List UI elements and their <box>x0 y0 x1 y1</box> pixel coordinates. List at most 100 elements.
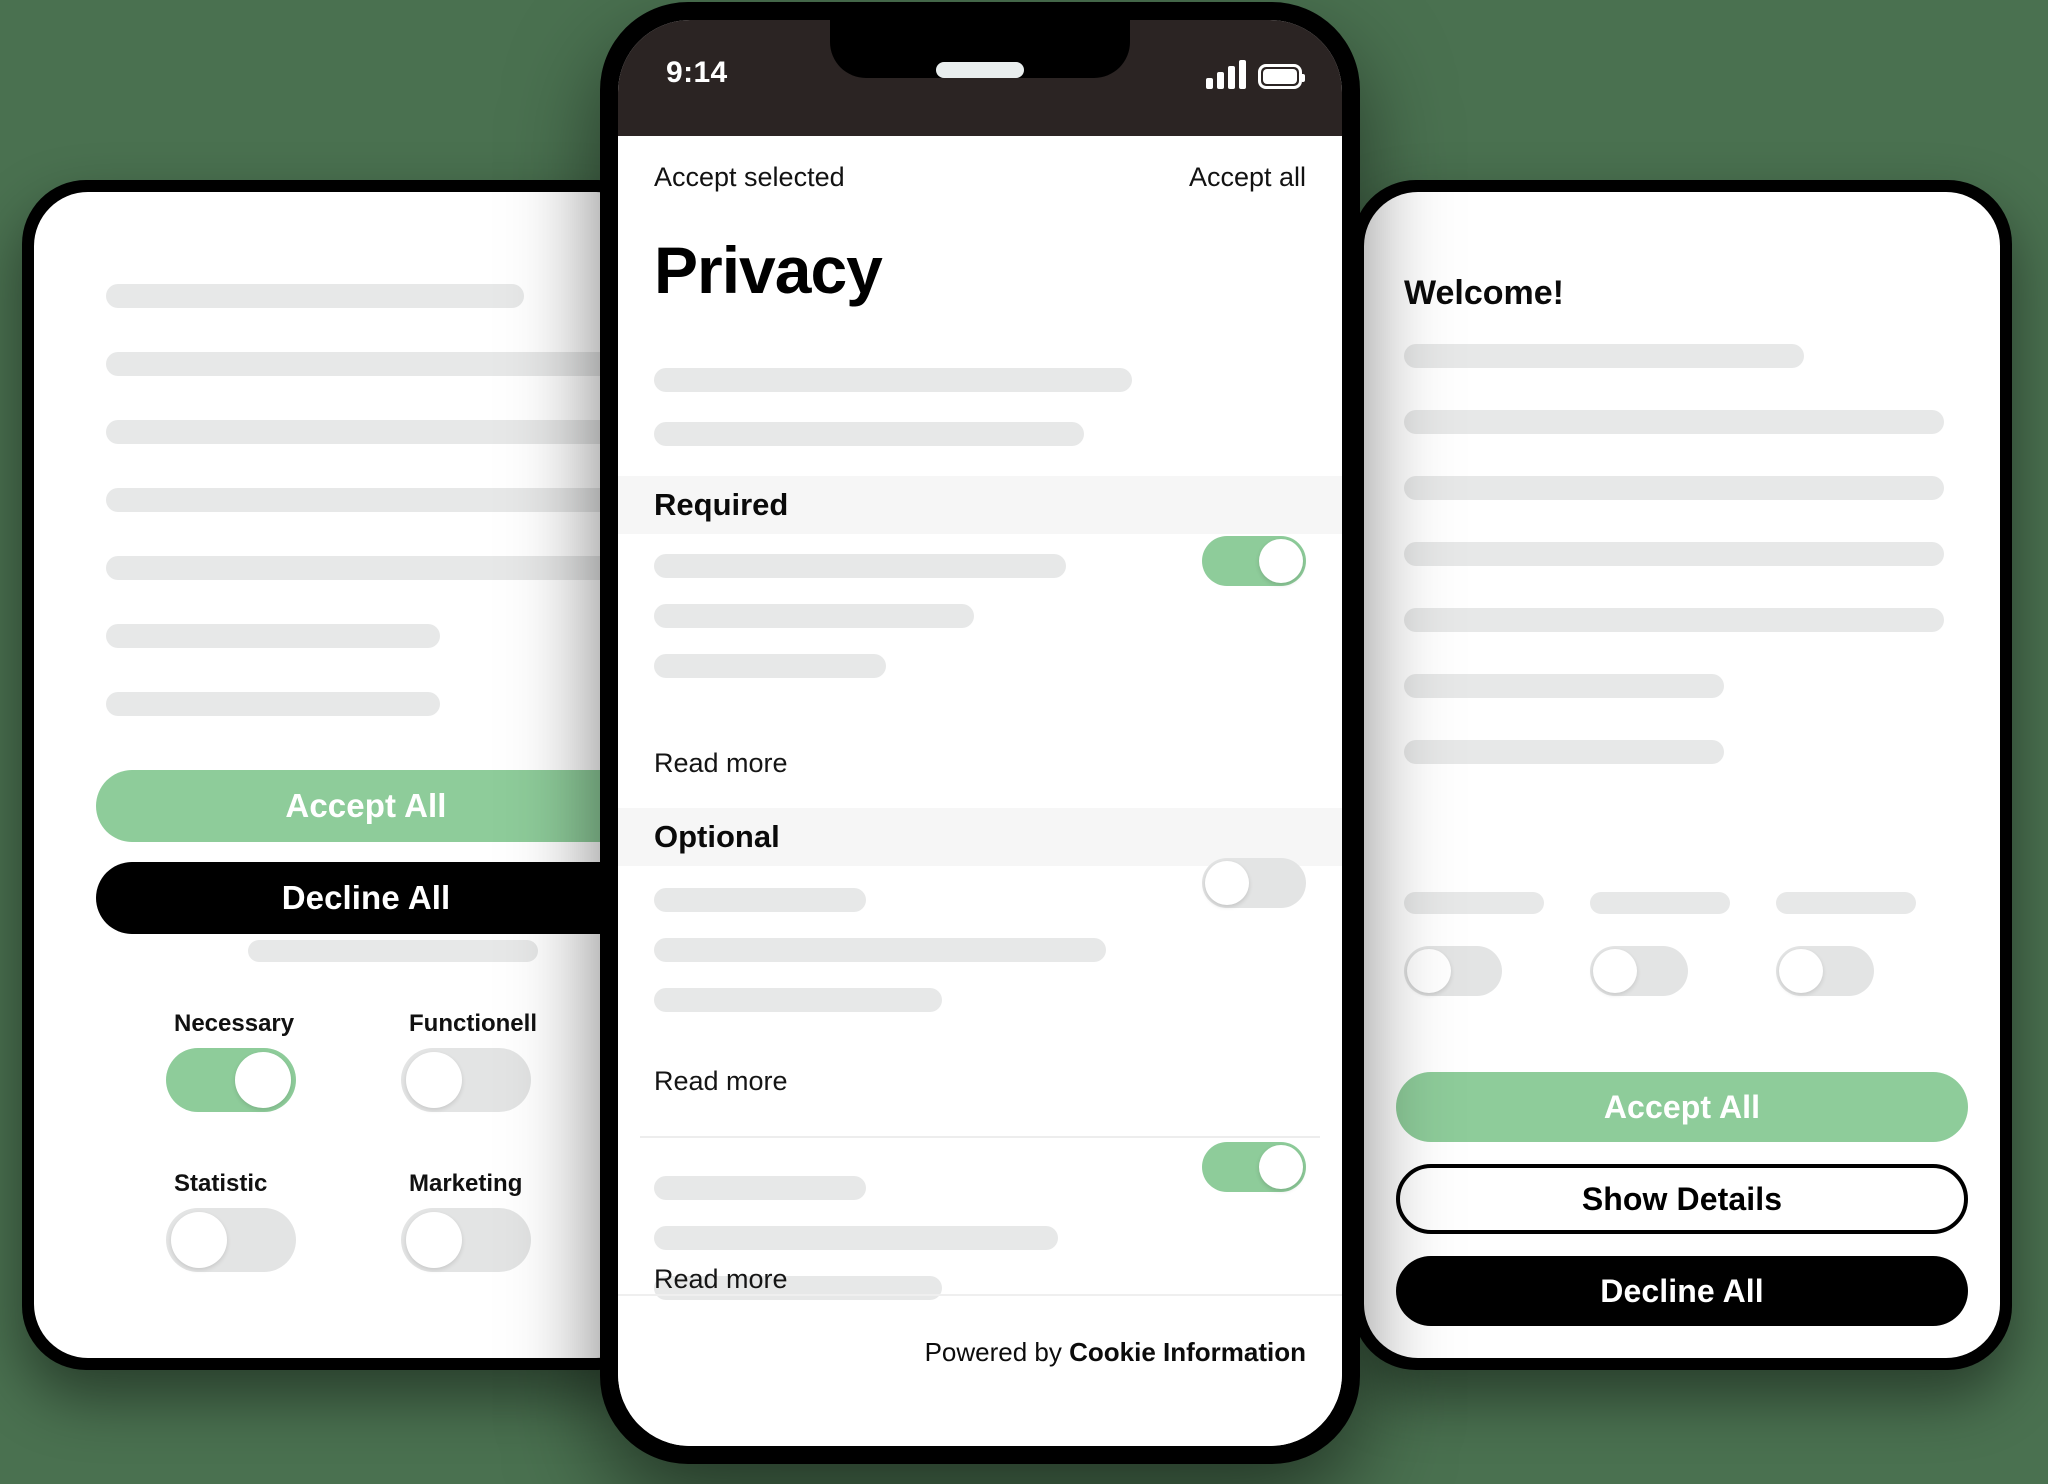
left-button-stack: Accept All Decline All <box>96 770 650 954</box>
skeleton-line <box>1404 542 1944 566</box>
category-label: Functionell <box>409 1010 537 1037</box>
toggle-necessary[interactable] <box>166 1048 296 1112</box>
skeleton-line <box>654 1226 1058 1250</box>
skeleton-line <box>654 368 1132 392</box>
toggle-functionell[interactable] <box>401 1048 531 1112</box>
skeleton-line <box>248 940 538 962</box>
toggle-category-2[interactable] <box>1590 946 1688 996</box>
toggle-third-category[interactable] <box>1202 1142 1306 1192</box>
skeleton-line <box>1404 476 1944 500</box>
skeleton-line <box>106 488 650 512</box>
left-phone-screen: Accept All Decline All Necessary Functio… <box>34 192 650 1358</box>
intro-skeleton <box>654 368 1214 476</box>
brand-name: Cookie Information <box>1069 1337 1306 1367</box>
toggle-marketing[interactable] <box>401 1208 531 1272</box>
section-divider <box>640 1136 1320 1138</box>
toggle-optional[interactable] <box>1202 858 1306 908</box>
toggle-category-3[interactable] <box>1776 946 1874 996</box>
skeleton-line <box>1404 344 1804 368</box>
right-skeleton-text <box>1404 344 1944 806</box>
left-skeleton-text <box>34 192 650 760</box>
skeleton-line <box>106 692 650 716</box>
accept-all-link[interactable]: Accept all <box>1189 162 1306 193</box>
welcome-heading: Welcome! <box>1404 274 1564 312</box>
toggle-knob <box>1259 1145 1303 1189</box>
skeleton-line <box>654 988 942 1012</box>
toggle-knob <box>1593 949 1637 993</box>
consent-category-necessary: Necessary <box>166 1010 401 1112</box>
right-phone-screen: Welcome! Accept All Show Details Decline… <box>1364 192 2000 1358</box>
section-body-third <box>654 1142 1306 1326</box>
sheet-top-actions: Accept selected Accept all <box>618 146 1342 208</box>
skeleton-line <box>106 352 650 376</box>
category-label: Marketing <box>409 1170 523 1197</box>
toggle-knob <box>1779 949 1823 993</box>
toggle-cell-2 <box>1590 892 1776 996</box>
decline-all-button[interactable]: Decline All <box>1396 1256 1968 1326</box>
right-button-stack: Accept All Show Details Decline All <box>1396 1072 1968 1348</box>
powered-by-footer: Powered by Cookie Information <box>618 1337 1342 1368</box>
skeleton-line <box>1404 410 1944 434</box>
center-phone-screen: 9:14 Accept selected Accept all Privacy <box>618 20 1342 1446</box>
skeleton-line <box>654 888 866 912</box>
status-bar-icons <box>1206 60 1305 89</box>
skeleton-line <box>654 554 1066 578</box>
consent-category-statistic: Statistic <box>166 1170 401 1272</box>
signal-bars-icon <box>1206 60 1246 89</box>
section-heading-required: Required <box>618 476 1342 534</box>
accept-all-button[interactable]: Accept All <box>1396 1072 1968 1142</box>
section-body-required <box>654 536 1306 704</box>
toggle-knob <box>1407 949 1451 993</box>
skeleton-line <box>654 1176 866 1200</box>
skeleton-label <box>1404 892 1544 914</box>
toggle-knob <box>406 1212 462 1268</box>
toggle-knob <box>171 1212 227 1268</box>
battery-full-icon <box>1258 64 1305 89</box>
skeleton-line <box>654 422 1084 446</box>
toggle-knob <box>406 1052 462 1108</box>
skeleton-line <box>1404 674 1724 698</box>
powered-by-prefix: Powered by <box>924 1337 1070 1367</box>
skeleton-line <box>106 624 650 648</box>
skeleton-line <box>654 938 1106 962</box>
category-label: Statistic <box>174 1170 268 1197</box>
mockup-stage: Accept All Decline All Necessary Functio… <box>0 0 2048 1484</box>
earpiece-speaker-icon <box>936 62 1024 78</box>
status-bar-clock: 9:14 <box>666 56 728 89</box>
skeleton-line <box>106 556 650 580</box>
skeleton-label <box>1776 892 1916 914</box>
skeleton-line <box>654 604 974 628</box>
show-details-button[interactable]: Show Details <box>1396 1164 1968 1234</box>
skeleton-line <box>1404 608 1944 632</box>
toggle-cell-1 <box>1404 892 1590 996</box>
skeleton-line <box>106 420 650 444</box>
toggle-knob <box>235 1052 291 1108</box>
read-more-required[interactable]: Read more <box>654 748 788 779</box>
page-title: Privacy <box>654 233 883 307</box>
consent-category-grid: Necessary Functionell Statistic Marketin… <box>166 1010 636 1272</box>
right-toggle-row <box>1404 892 1964 996</box>
status-bar: 9:14 <box>618 20 1342 136</box>
read-more-optional[interactable]: Read more <box>654 1066 788 1097</box>
skeleton-label <box>1590 892 1730 914</box>
toggle-category-1[interactable] <box>1404 946 1502 996</box>
toggle-required[interactable] <box>1202 536 1306 586</box>
skeleton-line <box>106 284 650 308</box>
accept-all-button[interactable]: Accept All <box>96 770 636 842</box>
accept-selected-link[interactable]: Accept selected <box>654 162 845 193</box>
toggle-knob <box>1259 539 1303 583</box>
toggle-cell-3 <box>1776 892 1962 996</box>
toggle-statistic[interactable] <box>166 1208 296 1272</box>
read-more-third[interactable]: Read more <box>654 1264 788 1295</box>
center-phone-frame: 9:14 Accept selected Accept all Privacy <box>600 2 1360 1464</box>
right-phone-frame: Welcome! Accept All Show Details Decline… <box>1352 180 2012 1370</box>
category-label: Necessary <box>174 1010 295 1037</box>
skeleton-line <box>654 654 886 678</box>
left-phone-frame: Accept All Decline All Necessary Functio… <box>22 180 662 1370</box>
footer-divider <box>618 1294 1342 1296</box>
decline-all-button[interactable]: Decline All <box>96 862 636 934</box>
toggle-knob <box>1205 861 1249 905</box>
section-body-optional <box>654 858 1306 1038</box>
skeleton-line <box>1404 740 1724 764</box>
privacy-sheet: Accept selected Accept all Privacy Requi… <box>618 136 1342 1446</box>
